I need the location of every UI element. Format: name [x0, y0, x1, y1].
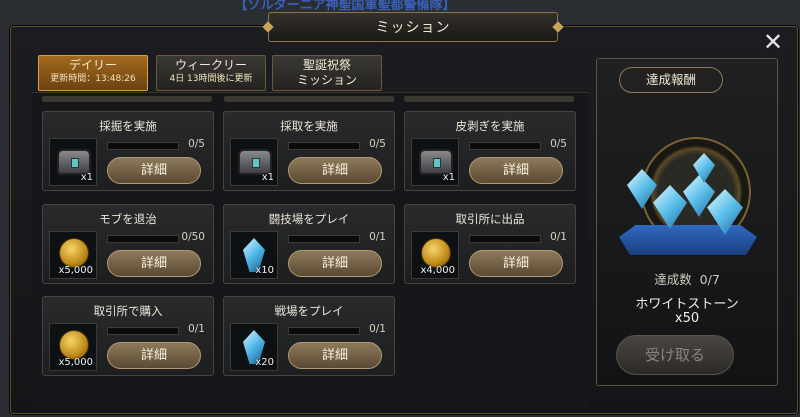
reward-qty: x1: [442, 172, 455, 183]
close-icon[interactable]: ✕: [762, 30, 784, 54]
mission-title: 戦場をプレイ: [274, 304, 344, 318]
window-title: ミッション: [375, 20, 451, 36]
scroll-edge: [42, 96, 212, 102]
reward-thumb[interactable]: x1: [411, 138, 459, 186]
detail-button[interactable]: 詳細: [288, 157, 382, 184]
reward-thumb[interactable]: x20: [230, 323, 278, 371]
claim-button[interactable]: 受け取る: [616, 335, 734, 375]
tab-christmas-sub: ミッション: [296, 73, 357, 87]
achievement-count: 達成数 0/7: [597, 269, 777, 288]
detail-button[interactable]: 詳細: [288, 250, 382, 277]
ribbon-icon: [619, 225, 757, 255]
reward-qty: x20: [255, 357, 274, 368]
gold-coin-icon: [421, 238, 451, 268]
scroll-edge: [224, 96, 394, 102]
tab-daily-label: デイリー: [68, 58, 117, 72]
progress-bar: [107, 142, 179, 150]
mission-card: 皮剥ぎを実施 x1 0/5 詳細: [404, 111, 576, 191]
achievement-count-label: 達成数: [654, 272, 692, 287]
mission-title: 取引所で購入: [93, 304, 163, 318]
progress-bar: [288, 142, 360, 150]
mission-title: 皮剥ぎを実施: [455, 119, 525, 133]
tab-daily[interactable]: デイリー 更新時間：13:48:26: [38, 55, 148, 91]
reward-thumb[interactable]: x4,000: [411, 231, 459, 279]
reward-panel: 達成報酬 達成数 0/7 ホワイトストーン x50 受け取る: [596, 58, 778, 386]
mission-card: 闘技場をプレイ x10 0/1 詳細: [223, 204, 395, 284]
detail-button[interactable]: 詳細: [107, 342, 201, 369]
detail-button[interactable]: 詳細: [469, 157, 563, 184]
mission-title: 取引所に出品: [455, 212, 525, 226]
progress-text: 0/1: [550, 231, 567, 243]
reward-qty: x1: [80, 172, 93, 183]
reward-heading: 達成報酬: [619, 67, 723, 93]
mission-card: 戦場をプレイ x20 0/1 詳細: [223, 296, 395, 376]
progress-bar: [288, 235, 360, 243]
tab-christmas-label: 聖誕祝祭: [302, 58, 351, 72]
detail-button[interactable]: 詳細: [469, 250, 563, 277]
progress-bar: [288, 327, 360, 335]
reward-item-qty: x50: [674, 311, 700, 326]
reward-thumb[interactable]: x10: [230, 231, 278, 279]
reward-qty: x1: [261, 172, 274, 183]
reward-qty: x5,000: [58, 265, 93, 276]
window-title-plate: ミッション: [262, 12, 564, 42]
mission-card: 採掘を実施 x1 0/5 詳細: [42, 111, 214, 191]
progress-text: 0/5: [188, 138, 205, 150]
reward-thumb[interactable]: x1: [49, 138, 97, 186]
progress-text: 0/1: [188, 323, 205, 335]
progress-text: 0/5: [369, 138, 386, 150]
mission-card: モブを退治 x5,000 0/50 詳細: [42, 204, 214, 284]
reward-qty: x10: [255, 265, 274, 276]
gold-coin-icon: [59, 330, 89, 360]
scroll-edge: [404, 96, 574, 102]
mission-title: 採取を実施: [280, 119, 338, 133]
progress-text: 0/1: [369, 231, 386, 243]
detail-button[interactable]: 詳細: [107, 157, 201, 184]
progress-bar: [107, 327, 179, 335]
reward-qty: x4,000: [420, 265, 455, 276]
tab-daily-sub: 更新時間：13:48:26: [50, 74, 136, 84]
mission-card: 取引所に出品 x4,000 0/1 詳細: [404, 204, 576, 284]
achievement-count-value: 0/7: [699, 272, 720, 287]
mission-card: 取引所で購入 x5,000 0/1 詳細: [42, 296, 214, 376]
detail-button[interactable]: 詳細: [107, 250, 201, 277]
progress-bar: [469, 142, 541, 150]
tab-weekly-sub: 4日 13時間後に更新: [169, 74, 253, 84]
reward-thumb[interactable]: x5,000: [49, 323, 97, 371]
tab-weekly-label: ウィークリー: [174, 58, 247, 72]
reward-thumb[interactable]: x5,000: [49, 231, 97, 279]
progress-bar: [469, 235, 541, 243]
progress-text: 0/1: [369, 323, 386, 335]
mission-title: モブを退治: [99, 212, 157, 226]
progress-text: 0/5: [550, 138, 567, 150]
tab-christmas[interactable]: 聖誕祝祭 ミッション: [272, 55, 382, 91]
tab-weekly[interactable]: ウィークリー 4日 13時間後に更新: [156, 55, 266, 91]
gold-coin-icon: [59, 238, 89, 268]
progress-text: 0/50: [181, 231, 205, 243]
reward-qty: x5,000: [58, 357, 93, 368]
mission-card: 採取を実施 x1 0/5 詳細: [223, 111, 395, 191]
progress-bar: [107, 235, 179, 243]
mission-title: 闘技場をプレイ: [268, 212, 350, 226]
mission-title: 採掘を実施: [99, 119, 157, 133]
reward-item-name: ホワイトストーン: [635, 297, 739, 312]
reward-thumb[interactable]: x1: [230, 138, 278, 186]
detail-button[interactable]: 詳細: [288, 342, 382, 369]
